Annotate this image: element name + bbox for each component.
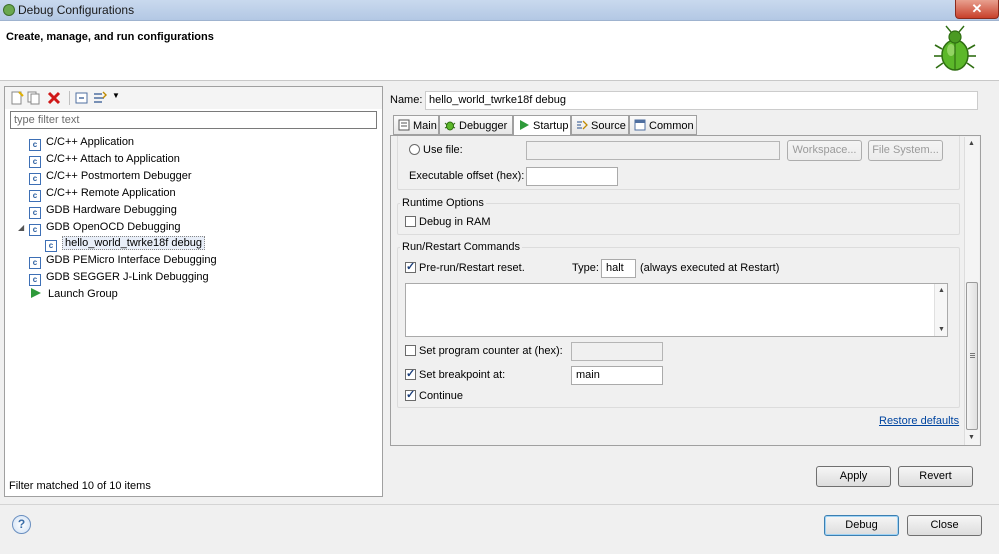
revert-button[interactable]: Revert: [898, 466, 973, 487]
scroll-down-icon[interactable]: ▼: [938, 326, 945, 333]
window-title: Debug Configurations: [18, 3, 135, 17]
startup-tab-icon: [520, 120, 529, 130]
header-title: Create, manage, and run configurations: [6, 31, 214, 43]
textarea-scrollbar[interactable]: ▲ ▼: [934, 284, 947, 336]
runtime-options-label: Runtime Options: [400, 197, 486, 209]
main-tab-icon: [398, 119, 410, 131]
delete-config-icon[interactable]: [47, 91, 61, 105]
filter-input[interactable]: type filter text: [10, 111, 377, 129]
c-config-icon: c: [29, 257, 41, 269]
c-config-icon: c: [29, 224, 41, 236]
tab-common[interactable]: Common: [629, 115, 697, 135]
new-config-icon[interactable]: [10, 91, 24, 105]
debug-in-ram-checkbox[interactable]: [405, 216, 416, 227]
tree-item-launch-group[interactable]: Launch Group: [29, 286, 118, 302]
tab-debugger[interactable]: Debugger: [439, 115, 513, 135]
restart-commands-textarea[interactable]: ▲ ▼: [405, 283, 948, 337]
restore-defaults-link[interactable]: Restore defaults: [879, 415, 959, 427]
type-label: Type:: [572, 262, 599, 274]
apply-button[interactable]: Apply: [816, 466, 891, 487]
set-pc-field[interactable]: [571, 342, 663, 361]
continue-option[interactable]: Continue: [405, 388, 463, 402]
workspace-button[interactable]: Workspace...: [787, 140, 862, 161]
c-config-icon: c: [29, 156, 41, 168]
tab-startup[interactable]: Startup: [513, 115, 571, 136]
duplicate-config-icon[interactable]: [27, 91, 41, 105]
launch-group-icon: [31, 288, 41, 298]
use-file-option[interactable]: Use file:: [409, 144, 463, 156]
scroll-down-icon[interactable]: ▼: [968, 434, 975, 441]
c-config-icon: c: [29, 207, 41, 219]
type-field[interactable]: halt: [601, 259, 636, 278]
set-pc-option[interactable]: Set program counter at (hex):: [405, 345, 563, 357]
tree-item-gdb-hardware[interactable]: c GDB Hardware Debugging: [29, 202, 177, 219]
prerun-reset-option[interactable]: Pre-run/Restart reset.: [405, 260, 525, 274]
tree-item-c-application[interactable]: c C/C++ Application: [29, 134, 134, 151]
prerun-reset-checkbox[interactable]: [405, 260, 416, 273]
tree-toolbar: ▼: [5, 87, 382, 109]
tree-item-c-postmortem[interactable]: c C/C++ Postmortem Debugger: [29, 168, 192, 185]
c-config-icon: c: [29, 190, 41, 202]
tree-item-gdb-segger[interactable]: c GDB SEGGER J-Link Debugging: [29, 269, 209, 286]
configuration-editor: Name: hello_world_twrke18f debug Main De…: [387, 86, 995, 497]
tab-vertical-scrollbar[interactable]: ▲ ▼: [964, 137, 979, 445]
scroll-up-icon[interactable]: ▲: [938, 287, 945, 294]
exec-offset-label: Executable offset (hex):: [409, 170, 525, 182]
use-file-field[interactable]: [526, 141, 780, 160]
tree-item-hello-world-debug[interactable]: c hello_world_twrke18f debug: [45, 235, 205, 252]
always-executed-note: (always executed at Restart): [640, 262, 780, 274]
tree-item-gdb-pemicro[interactable]: c GDB PEMicro Interface Debugging: [29, 252, 217, 269]
filter-config-icon[interactable]: [93, 91, 107, 105]
run-restart-label: Run/Restart Commands: [400, 241, 522, 253]
help-icon[interactable]: ?: [12, 515, 31, 534]
filter-menu-chevron-down-icon[interactable]: ▼: [112, 91, 120, 100]
c-config-icon: c: [29, 139, 41, 151]
dialog-header: Create, manage, and run configurations: [0, 21, 999, 81]
debugger-tab-icon: [444, 121, 456, 131]
name-label: Name:: [390, 94, 423, 106]
scrollbar-thumb[interactable]: [966, 282, 978, 430]
source-tab-icon: [577, 120, 588, 130]
tree-item-gdb-openocd[interactable]: c GDB OpenOCD Debugging: [29, 219, 181, 236]
startup-tab-content: Use file: Workspace... File System... Ex…: [390, 135, 981, 446]
set-breakpoint-checkbox[interactable]: [405, 367, 416, 380]
debug-button[interactable]: Debug: [824, 515, 899, 536]
tree-item-c-attach[interactable]: c C/C++ Attach to Application: [29, 151, 180, 168]
common-tab-icon: [634, 119, 646, 131]
window-close-button[interactable]: ✕: [955, 0, 999, 19]
debug-bug-icon: [934, 25, 976, 71]
file-system-button[interactable]: File System...: [868, 140, 943, 161]
expand-triangle-icon[interactable]: ◢: [18, 223, 24, 232]
debug-in-ram-option[interactable]: Debug in RAM: [405, 216, 491, 228]
continue-checkbox[interactable]: [405, 388, 416, 401]
footer-divider: [0, 504, 999, 505]
use-file-radio[interactable]: [409, 144, 420, 155]
tree-item-c-remote[interactable]: c C/C++ Remote Application: [29, 185, 176, 202]
app-icon: [3, 4, 15, 16]
set-pc-checkbox[interactable]: [405, 345, 416, 356]
c-config-icon: c: [29, 173, 41, 185]
c-config-icon: c: [45, 240, 57, 252]
close-button[interactable]: Close: [907, 515, 982, 536]
exec-offset-field[interactable]: [526, 167, 618, 186]
tab-main[interactable]: Main: [393, 115, 439, 135]
tab-source[interactable]: Source: [571, 115, 629, 135]
breakpoint-field[interactable]: main: [571, 366, 663, 385]
filter-status: Filter matched 10 of 10 items: [9, 480, 151, 492]
collapse-all-icon[interactable]: [75, 91, 89, 105]
c-config-icon: c: [29, 274, 41, 286]
name-field[interactable]: hello_world_twrke18f debug: [425, 91, 978, 110]
title-bar: Debug Configurations ✕: [0, 0, 999, 21]
toolbar-divider: [69, 91, 70, 105]
scroll-up-icon[interactable]: ▲: [968, 140, 975, 147]
configuration-tree-panel: ▼ type filter text c C/C++ Application cC…: [4, 86, 383, 497]
set-breakpoint-option[interactable]: Set breakpoint at:: [405, 367, 505, 381]
